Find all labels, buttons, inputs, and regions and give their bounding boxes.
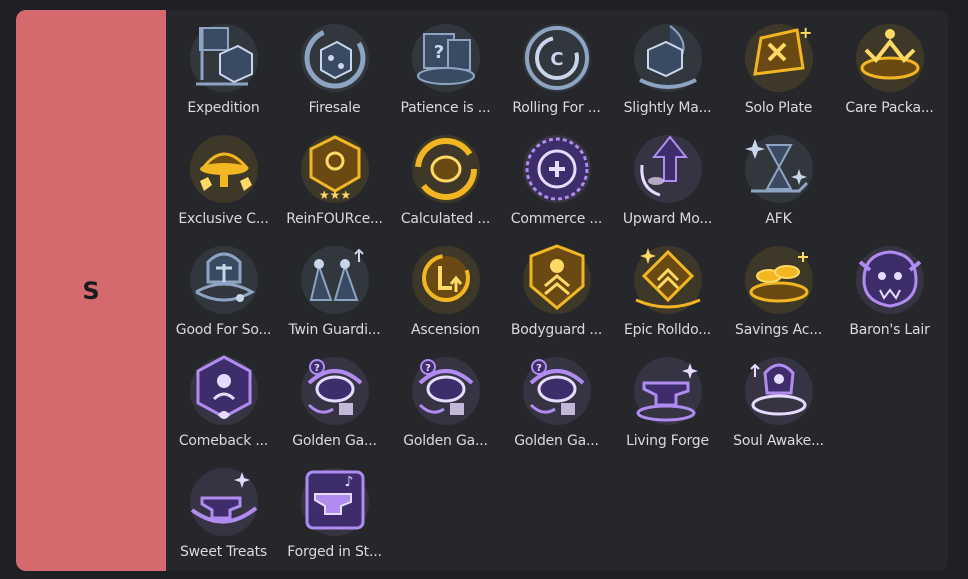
augment-label: ReinFOURce... [286, 211, 383, 227]
augment-item[interactable]: AFK [723, 125, 834, 236]
augment-label: Rolling For ... [512, 100, 601, 116]
augment-label: Good For So... [175, 322, 272, 338]
forged-icon: ♪ [295, 462, 375, 542]
augment-label: Epic Rolldo... [624, 322, 711, 338]
bodyguard-icon [517, 240, 597, 320]
tier-label[interactable]: S [16, 10, 166, 571]
augment-item[interactable]: Bodyguard ... [501, 236, 612, 347]
epic-rolldown-icon [628, 240, 708, 320]
augment-label: Golden Ga... [514, 433, 599, 449]
augment-item[interactable]: Baron's Lair [834, 236, 945, 347]
augment-item[interactable]: + Solo Plate [723, 14, 834, 125]
augment-item[interactable]: Calculated ... [390, 125, 501, 236]
empty-slot [834, 347, 945, 458]
slightly-magic-icon [628, 18, 708, 98]
commerce-icon [517, 129, 597, 209]
calculated-icon [406, 129, 486, 209]
svg-text:?: ? [314, 363, 320, 374]
augment-label: Upward Mo... [622, 211, 713, 227]
augment-label: Baron's Lair [849, 322, 930, 338]
augment-label: Savings Ac... [735, 322, 822, 338]
augment-item[interactable]: Sweet Treats [168, 458, 279, 569]
augment-label: Care Packa... [845, 100, 934, 116]
augment-item[interactable]: ★★★ ReinFOURce... [279, 125, 390, 236]
anvil-icon [628, 351, 708, 431]
augment-label: Ascension [411, 322, 480, 338]
augment-item[interactable]: ? Golden Ga... [279, 347, 390, 458]
augment-label: Bodyguard ... [510, 322, 603, 338]
svg-text:+: + [799, 23, 812, 42]
golden-gadgets-icon: ? [517, 351, 597, 431]
augment-item[interactable]: Living Forge [612, 347, 723, 458]
augment-label: Soul Awake... [733, 433, 824, 449]
augment-label: Calculated ... [400, 211, 491, 227]
reinfource-icon: ★★★ [295, 129, 375, 209]
augment-item[interactable]: Twin Guardi... [279, 236, 390, 347]
augment-label: Patience is ... [400, 100, 491, 116]
augment-label: Firesale [308, 100, 361, 116]
baron-icon [850, 240, 930, 320]
tier-items: Expedition Firesale ? Patience is ... C R… [166, 10, 948, 571]
empty-slot [834, 125, 945, 236]
svg-text:?: ? [536, 363, 542, 374]
augment-item[interactable]: ♪ Forged in St... [279, 458, 390, 569]
svg-text:?: ? [425, 363, 431, 374]
augment-label: Twin Guardi... [288, 322, 381, 338]
rolling-icon: C [517, 18, 597, 98]
soul-awakening-icon [739, 351, 819, 431]
augment-label: Forged in St... [287, 544, 382, 560]
expedition-icon [184, 18, 264, 98]
augment-item[interactable]: Upward Mo... [612, 125, 723, 236]
augment-item[interactable]: Expedition [168, 14, 279, 125]
tier-row-s: S Expedition Firesale ? Patience is ... … [16, 10, 948, 571]
augment-item[interactable]: Slightly Ma... [612, 14, 723, 125]
augment-item[interactable]: Commerce ... [501, 125, 612, 236]
comeback-icon [184, 351, 264, 431]
exclusive-icon [184, 129, 264, 209]
hourglass-icon [739, 129, 819, 209]
upward-icon [628, 129, 708, 209]
augment-label: Comeback ... [178, 433, 269, 449]
augment-label: Sweet Treats [179, 544, 268, 560]
augment-label: Golden Ga... [292, 433, 377, 449]
savings-icon [739, 240, 819, 320]
solo-plate-icon: + [739, 18, 819, 98]
svg-text:♪: ♪ [344, 474, 353, 490]
svg-text:★★★: ★★★ [318, 188, 350, 202]
golden-gadgets-icon: ? [295, 351, 375, 431]
augment-item[interactable]: Good For So... [168, 236, 279, 347]
svg-text:C: C [550, 49, 563, 70]
augment-label: AFK [765, 211, 792, 227]
augment-label: Living Forge [626, 433, 709, 449]
augment-item[interactable]: C Rolling For ... [501, 14, 612, 125]
augment-label: Solo Plate [744, 100, 813, 116]
augment-item[interactable]: Comeback ... [168, 347, 279, 458]
care-package-icon [850, 18, 930, 98]
augment-label: Expedition [187, 100, 260, 116]
good-for-something-icon [184, 240, 264, 320]
augment-item[interactable]: Firesale [279, 14, 390, 125]
augment-item[interactable]: ? Golden Ga... [501, 347, 612, 458]
augment-item[interactable]: Epic Rolldo... [612, 236, 723, 347]
sweet-treats-icon [184, 462, 264, 542]
augment-item[interactable]: Savings Ac... [723, 236, 834, 347]
patience-icon: ? [406, 18, 486, 98]
augment-label: Golden Ga... [403, 433, 488, 449]
augment-label: Exclusive C... [178, 211, 269, 227]
augment-label: Slightly Ma... [623, 100, 712, 116]
augment-item[interactable]: ? Golden Ga... [390, 347, 501, 458]
svg-text:?: ? [433, 42, 443, 63]
golden-gadgets-icon: ? [406, 351, 486, 431]
augment-item[interactable]: Care Packa... [834, 14, 945, 125]
augment-item[interactable]: Ascension [390, 236, 501, 347]
firesale-icon [295, 18, 375, 98]
augment-item[interactable]: Exclusive C... [168, 125, 279, 236]
twin-guardians-icon [295, 240, 375, 320]
augment-item[interactable]: Soul Awake... [723, 347, 834, 458]
augment-item[interactable]: ? Patience is ... [390, 14, 501, 125]
ascension-icon [406, 240, 486, 320]
augment-label: Commerce ... [510, 211, 603, 227]
